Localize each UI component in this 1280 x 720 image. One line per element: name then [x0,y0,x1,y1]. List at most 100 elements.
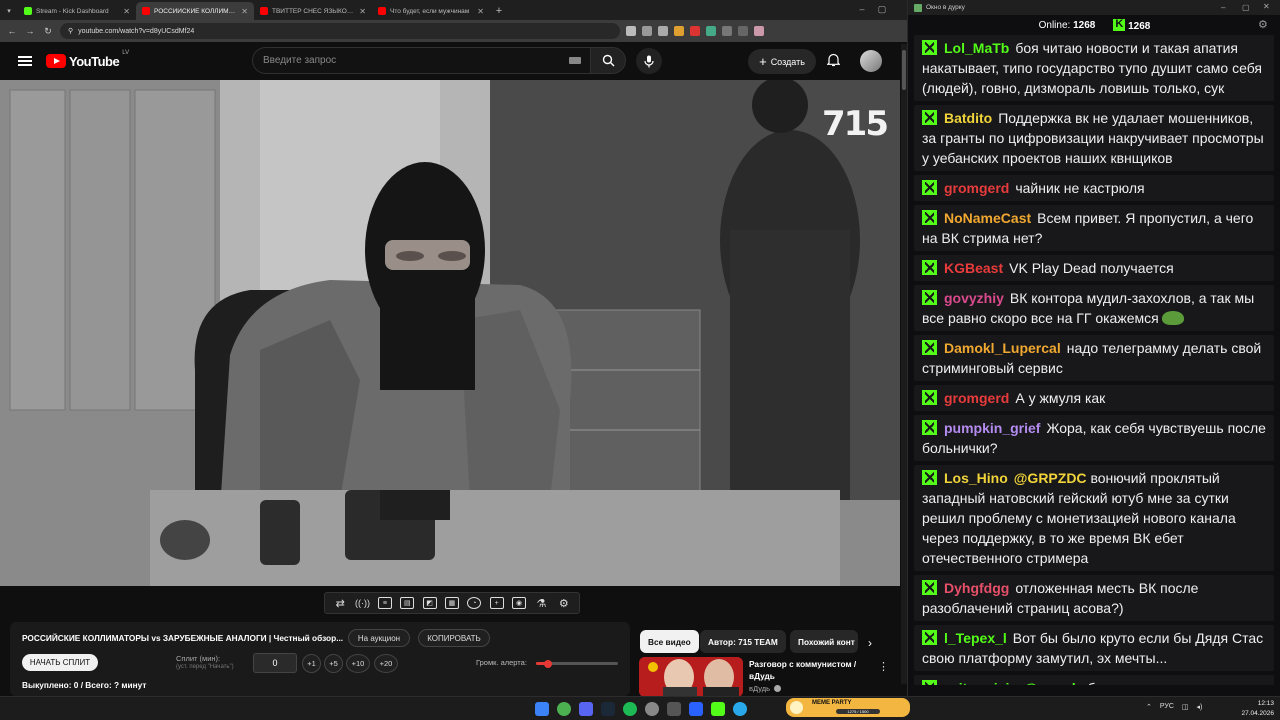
new-tab-button[interactable]: + [490,2,508,20]
chat-username[interactable]: Dyhgfdgg [944,580,1009,596]
youtube-logo[interactable]: YouTube LV [46,50,129,69]
recommendation-thumbnail[interactable] [639,657,743,697]
chevron-up-icon[interactable]: ⌃ [1146,703,1152,711]
settings-gear-icon[interactable]: ⚙ [557,597,571,610]
tab-close-icon[interactable]: ✕ [123,7,130,16]
copy-button[interactable]: КОПИРОВАТЬ [418,629,490,647]
url-field[interactable]: ⚲ youtube.com/watch?v=d8yUCsdMf24 [60,23,620,39]
extension-icon[interactable] [674,26,684,36]
browser-tab[interactable]: Stream - Kick Dashboard ✕ [18,2,136,20]
extensions-puzzle-icon[interactable] [722,26,732,36]
picture-in-picture-icon[interactable]: ◩ [422,597,437,609]
chat-username[interactable]: KGBeast [944,260,1003,276]
volume-knob[interactable] [544,659,552,668]
cast-icon[interactable] [626,26,636,36]
windows-start-icon[interactable] [535,702,549,716]
chip-similar[interactable]: Похожий конт [790,630,858,653]
lab-flask-icon[interactable]: ⚗ [534,597,548,610]
chat-username[interactable]: l_Tepex_l [944,630,1007,646]
voice-search-button[interactable] [636,48,662,74]
profile-icon[interactable] [754,26,764,36]
back-icon[interactable]: ← [6,26,18,36]
cinema-mode-icon[interactable]: ▦ [444,597,459,609]
chat-mention[interactable]: @GRPZDC [1014,470,1087,486]
screenshot-camera-icon[interactable]: ◉ [512,597,527,609]
search-input[interactable]: Введите запрос [252,47,592,74]
discord-icon[interactable] [579,702,593,716]
network-icon[interactable]: ◫ [1182,703,1189,711]
chat-username[interactable]: azitromicin [944,680,1018,685]
create-button[interactable]: + Создать [748,49,816,74]
alert-volume-slider[interactable] [536,659,618,668]
browser-tab[interactable]: ТВИТТЕР СНЕС ЯЗЫКОВОЙ БА ✕ [254,2,372,20]
browser-tab[interactable]: РОССИЙСКИЕ КОЛЛИМАТОРЫ ✕ [136,2,254,20]
increment-10-button[interactable]: +10 [346,654,370,673]
user-avatar[interactable] [860,50,882,72]
download-icon[interactable] [738,26,748,36]
kick-app-icon[interactable] [711,702,725,716]
volume-icon[interactable]: ◂) [1197,703,1203,711]
app-icon[interactable] [667,702,681,716]
zoom-icon[interactable] [642,26,652,36]
menu-icon[interactable] [18,56,32,66]
app-icon[interactable] [689,702,703,716]
site-info-icon[interactable]: ⚲ [68,27,73,35]
keyboard-icon[interactable] [569,57,581,64]
bookmark-icon[interactable] [658,26,668,36]
chevron-right-icon[interactable]: › [868,636,872,650]
tab-search-icon[interactable]: ▾ [0,2,18,20]
maximize-icon[interactable]: ▢ [1242,3,1250,12]
maximize-icon[interactable]: ▢ [872,4,892,15]
tab-close-icon[interactable]: ✕ [477,7,484,16]
chrome-icon[interactable] [557,702,571,716]
chip-author[interactable]: Автор: 715 TEAM [700,630,786,653]
increment-20-button[interactable]: +20 [374,654,398,673]
chat-username[interactable]: Damokl_Lupercal [944,340,1061,356]
browser-tab[interactable]: Что будет, если мужчинам ✕ [372,2,490,20]
playlist-icon[interactable]: ≡ [377,597,392,609]
close-icon[interactable]: ✕ [1263,2,1270,11]
recommendation-channel[interactable]: вДудь [749,684,782,693]
video-player[interactable]: 715 [0,80,900,586]
start-split-button[interactable]: НАЧАТЬ СПЛИТ [22,654,98,671]
chat-username[interactable]: Los_Hino [944,470,1008,486]
tab-close-icon[interactable]: ✕ [359,7,366,16]
meme-party-widget[interactable]: MEME PARTY 1275 / 1500 [786,698,910,717]
auction-button[interactable]: На аукцион [348,629,410,647]
chat-username[interactable]: gromgerd [944,390,1009,406]
chat-username[interactable]: NoNameCast [944,210,1031,226]
chat-username[interactable]: gromgerd [944,180,1009,196]
cast-radio-icon[interactable]: ((·)) [355,597,370,609]
minimize-icon[interactable]: – [852,4,872,14]
chat-mention[interactable]: @grpzdc [1024,680,1084,685]
page-scrollbar-thumb[interactable] [902,50,906,90]
chip-all-videos[interactable]: Все видео [640,630,699,653]
loop-icon[interactable]: ⇄ [333,597,347,610]
notifications-bell-icon[interactable] [827,53,840,67]
increment-5-button[interactable]: +5 [324,654,343,673]
spotify-icon[interactable] [623,702,637,716]
more-options-icon[interactable]: ⋮ [878,660,889,673]
reload-icon[interactable]: ↻ [42,26,54,37]
tab-close-icon[interactable]: ✕ [241,7,248,16]
clock[interactable]: 12:13 27.04.2026 [1234,699,1274,719]
speed-icon[interactable]: ◔ [467,597,482,609]
steam-icon[interactable] [601,702,615,716]
forward-icon[interactable]: → [24,26,36,36]
minimize-icon[interactable]: – [1221,3,1225,12]
settings-gear-icon[interactable]: ⚙ [1258,18,1268,31]
chat-username[interactable]: Lol_MaTb [944,40,1009,56]
language-indicator[interactable]: РУС [1160,703,1174,711]
telegram-icon[interactable] [733,702,747,716]
recommendation-title[interactable]: Разговор с коммунистом / вДудь [749,658,864,682]
chat-username[interactable]: Batdito [944,110,992,126]
add-to-playlist-icon[interactable]: + [489,597,504,609]
increment-1-button[interactable]: +1 [302,654,321,673]
extension-icon[interactable] [690,26,700,36]
search-button[interactable] [590,47,626,74]
extension-icon[interactable] [706,26,716,36]
split-minutes-input[interactable]: 0 [253,653,297,673]
obs-icon[interactable] [645,702,659,716]
chat-username[interactable]: govyzhiy [944,290,1004,306]
chat-username[interactable]: pumpkin_grief [944,420,1040,436]
